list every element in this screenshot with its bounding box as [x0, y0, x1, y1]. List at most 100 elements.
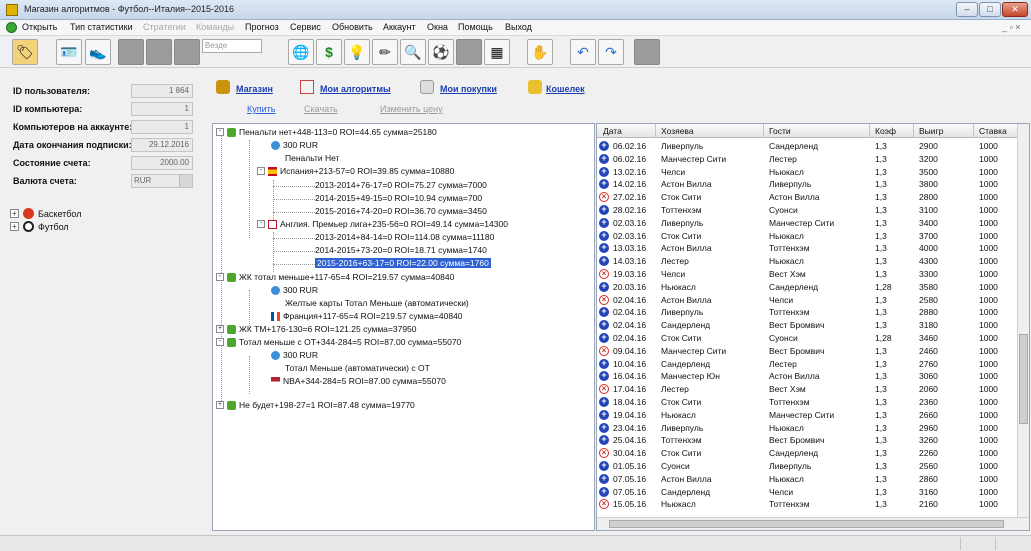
tree-node[interactable]: - Тотал меньше с ОТ+344-284=5 ROI=87.00 с…: [216, 337, 461, 347]
hand-icon[interactable]: ✋: [527, 39, 553, 65]
tree-node[interactable]: Франция+117-65=4 ROI=219.57 сумма=40840: [271, 311, 463, 321]
tree-node[interactable]: 2013-2014+76-17=0 ROI=75.27 сумма=7000: [315, 180, 487, 190]
table-row[interactable]: +28.02.16 Тоттенхэм Суонси 1,3 3100 1000: [597, 204, 1017, 217]
soccer-ball-icon[interactable]: ⚽: [428, 39, 454, 65]
globe-icon[interactable]: 🌐: [288, 39, 314, 65]
shoe-icon[interactable]: 👟: [85, 39, 111, 65]
nav-wallet-link[interactable]: Кошелек: [546, 84, 585, 94]
tree-node[interactable]: NBA+344-284=5 ROI=87.00 сумма=55070: [271, 376, 446, 386]
column-header-odds[interactable]: Коэф: [875, 126, 896, 136]
undo-icon[interactable]: ↶: [570, 39, 596, 65]
tree-node[interactable]: + ЖК ТМ+176-130=6 ROI=121.25 сумма=37950: [216, 324, 417, 334]
scrollbar-thumb[interactable]: [609, 520, 1004, 528]
menu-account[interactable]: Аккаунт: [383, 22, 416, 32]
menu-service[interactable]: Сервис: [290, 22, 321, 32]
tag-icon[interactable]: 🏷: [12, 39, 38, 65]
table-row[interactable]: +23.04.16 Ливерпуль Ньюкасл 1,3 2960 1000: [597, 422, 1017, 435]
id-card-icon[interactable]: 🪪: [56, 39, 82, 65]
blank-button[interactable]: [146, 39, 172, 65]
table-row[interactable]: +13.03.16 Астон Вилла Тоттенхэм 1,3 4000 1000: [597, 242, 1017, 255]
nav-shop-link[interactable]: Магазин: [236, 84, 273, 94]
tree-node[interactable]: Пенальти Нет: [285, 153, 339, 163]
chevron-down-icon[interactable]: [179, 175, 192, 187]
table-row[interactable]: +14.02.16 Астон Вилла Ливерпуль 1,3 3800 1000: [597, 178, 1017, 191]
collapse-icon[interactable]: -: [257, 167, 265, 175]
column-separator[interactable]: [913, 124, 914, 138]
table-row[interactable]: +14.03.16 Лестер Ньюкасл 1,3 4300 1000: [597, 255, 1017, 268]
menu-help[interactable]: Помощь: [458, 22, 493, 32]
mdi-controls[interactable]: _ ▫ ×: [1002, 22, 1020, 32]
column-separator[interactable]: [763, 124, 764, 138]
menu-forecast[interactable]: Прогноз: [245, 22, 279, 32]
collapse-icon[interactable]: -: [216, 338, 224, 346]
table-row[interactable]: +02.03.16 Сток Сити Ньюкасл 1,3 3700 1000: [597, 230, 1017, 243]
tree-node[interactable]: 300 RUR: [271, 350, 318, 360]
nav-my-algorithms-link[interactable]: Мои алгоритмы: [320, 84, 391, 94]
table-row[interactable]: +02.04.16 Сток Сити Суонси 1,28 3460 1000: [597, 332, 1017, 345]
column-header-home[interactable]: Хозяева: [661, 126, 694, 136]
column-header-win[interactable]: Выигр: [919, 126, 943, 136]
table-row[interactable]: +01.05.16 Суонси Ливерпуль 1,3 2560 1000: [597, 460, 1017, 473]
blank-button[interactable]: [456, 39, 482, 65]
menu-open[interactable]: Открыть: [22, 22, 57, 32]
tree-node[interactable]: Желтые карты Тотал Меньше (автоматически…: [285, 298, 469, 308]
table-row[interactable]: +02.04.16 Сандерленд Вест Бромвич 1,3 3180 10…: [597, 319, 1017, 332]
magnifier-icon[interactable]: 🔍: [400, 39, 426, 65]
buy-link[interactable]: Купить: [247, 104, 275, 114]
column-header-away[interactable]: Гости: [769, 126, 791, 136]
expand-icon[interactable]: +: [10, 209, 19, 218]
table-row[interactable]: +07.05.16 Сандерленд Челси 1,3 3160 1000: [597, 486, 1017, 499]
currency-select[interactable]: RUR: [131, 174, 193, 188]
collapse-icon[interactable]: -: [257, 220, 265, 228]
column-separator[interactable]: [655, 124, 656, 138]
table-row[interactable]: +16.04.16 Манчестер Юн Астон Вилла 1,3 3060 1…: [597, 370, 1017, 383]
table-row[interactable]: +07.05.16 Астон Вилла Ньюкасл 1,3 2860 1000: [597, 473, 1017, 486]
redo-icon[interactable]: ↷: [598, 39, 624, 65]
menu-refresh[interactable]: Обновить: [332, 22, 373, 32]
lightbulb-icon[interactable]: 💡: [344, 39, 370, 65]
table-row[interactable]: × 27.02.16 Сток Сити Астон Вилла 1,3 2800 1000: [597, 191, 1017, 204]
expand-icon[interactable]: +: [10, 222, 19, 231]
table-row[interactable]: +18.04.16 Сток Сити Тоттенхэм 1,3 2360 1000: [597, 396, 1017, 409]
column-header-date[interactable]: Дата: [603, 126, 622, 136]
menu-windows[interactable]: Окна: [427, 22, 448, 32]
table-row[interactable]: +19.04.16 Ньюкасл Манчестер Сити 1,3 2660 100…: [597, 409, 1017, 422]
table-row[interactable]: +06.02.16 Ливерпуль Сандерленд 1,3 2900 1000: [597, 140, 1017, 153]
table-row[interactable]: +10.04.16 Сандерленд Лестер 1,3 2760 1000: [597, 358, 1017, 371]
pencil-icon[interactable]: ✏: [372, 39, 398, 65]
tree-node[interactable]: - Испания+213-57=0 ROI=39.85 сумма=10880: [257, 166, 454, 176]
tree-node[interactable]: Тотал Меньше (автоматически) с ОТ: [285, 363, 430, 373]
table-row[interactable]: × 15.05.16 Ньюкасл Тоттенхэм 1,3 2160 1000: [597, 498, 1017, 511]
tree-node[interactable]: 2013-2014+84-14=0 ROI=114.08 сумма=11180: [315, 232, 494, 242]
tree-node[interactable]: 2014-2015+73-20=0 ROI=18.71 сумма=1740: [315, 245, 487, 255]
table-row[interactable]: × 02.04.16 Астон Вилла Челси 1,3 2580 1000: [597, 294, 1017, 307]
collapse-icon[interactable]: -: [216, 128, 224, 136]
menu-strategies[interactable]: Стратегии: [143, 22, 186, 32]
table-row[interactable]: +02.03.16 Ливерпуль Манчестер Сити 1,3 3400 1…: [597, 217, 1017, 230]
menu-exit[interactable]: Выход: [505, 22, 532, 32]
tree-node[interactable]: - ЖК тотал меньше+117-65=4 ROI=219.57 сум…: [216, 272, 454, 282]
tree-item-football[interactable]: + Футбол: [10, 221, 69, 232]
menu-teams[interactable]: Команды: [196, 22, 234, 32]
column-separator[interactable]: [869, 124, 870, 138]
table-row[interactable]: +13.02.16 Челси Ньюкасл 1,3 3500 1000: [597, 166, 1017, 179]
table-row[interactable]: × 17.04.16 Лестер Вест Хэм 1,3 2060 1000: [597, 383, 1017, 396]
tree-node[interactable]: 300 RUR: [271, 140, 318, 150]
horizontal-scrollbar[interactable]: [597, 517, 1029, 530]
tree-node[interactable]: 2015-2016+74-20=0 ROI=36.70 сумма=3450: [315, 206, 487, 216]
minimize-button[interactable]: –: [956, 2, 978, 17]
search-scope-input[interactable]: Везде: [202, 39, 262, 53]
close-button[interactable]: ✕: [1002, 2, 1028, 17]
vertical-scrollbar[interactable]: [1017, 124, 1029, 518]
expand-icon[interactable]: +: [216, 401, 224, 409]
nav-my-purchases-link[interactable]: Мои покупки: [440, 84, 497, 94]
table-row[interactable]: × 09.04.16 Манчестер Сити Вест Бромвич 1,3 24…: [597, 345, 1017, 358]
tree-node-selected[interactable]: 2015-2016+63-17=0 ROI=22.00 сумма=1760: [315, 258, 491, 268]
table-row[interactable]: +20.03.16 Ньюкасл Сандерленд 1,28 3580 1000: [597, 281, 1017, 294]
download-link[interactable]: Скачать: [304, 104, 338, 114]
table-row[interactable]: +06.02.16 Манчестер Сити Лестер 1,3 3200 1000: [597, 153, 1017, 166]
tree-node[interactable]: + Не будет+198-27=1 ROI=87.48 сумма=19770: [216, 400, 415, 410]
table-row[interactable]: +25.04.16 Тоттенхэм Вест Бромвич 1,3 3260 100…: [597, 434, 1017, 447]
maximize-button[interactable]: □: [979, 2, 1001, 17]
tree-node[interactable]: 2014-2015+49-15=0 ROI=10.94 сумма=700: [315, 193, 482, 203]
